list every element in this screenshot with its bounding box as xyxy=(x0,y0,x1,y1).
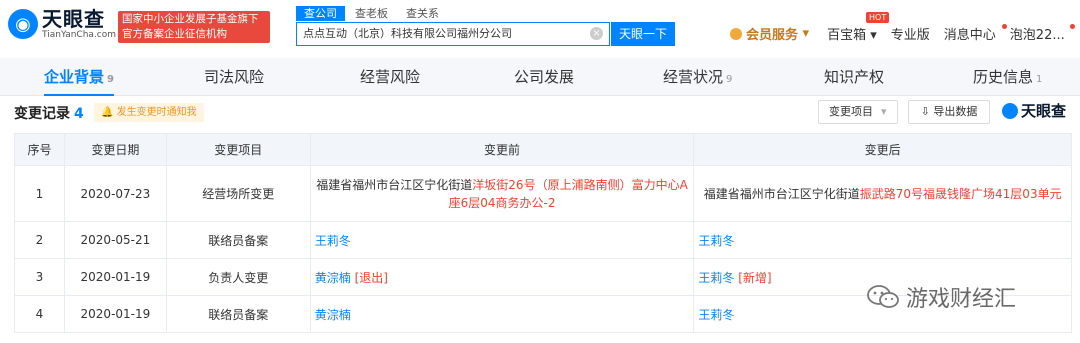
export-data-button[interactable]: ⇩ 导出数据 xyxy=(908,100,990,124)
col-header-before: 变更前 xyxy=(309,133,695,166)
logo-domain: TianYanCha.com xyxy=(42,30,117,40)
search-input[interactable]: 点点互动（北京）科技有限公司福州分公司 xyxy=(296,22,610,46)
person-link[interactable]: 王莉冬 xyxy=(698,308,734,322)
bell-icon: 🔔 xyxy=(101,107,117,118)
person-link[interactable]: 王莉冬 xyxy=(698,234,734,248)
treasure-box-menu[interactable]: 百宝箱 ▾ xyxy=(827,24,877,43)
hot-badge: HOT xyxy=(866,12,890,23)
wechat-icon xyxy=(867,285,899,308)
download-icon: ⇩ xyxy=(920,105,934,118)
col-header-item: 变更项目 xyxy=(165,133,311,166)
pro-version-link[interactable]: 专业版 xyxy=(891,24,930,43)
user-menu[interactable]: 泡泡22... xyxy=(1010,24,1065,43)
notify-on-change-button[interactable]: 🔔 发生变更时通知我 xyxy=(94,103,204,122)
user-dot xyxy=(1070,24,1075,29)
status-tag: [退出] xyxy=(354,270,388,285)
crown-icon xyxy=(730,27,742,40)
tab-operating-risk[interactable]: 经营风险 xyxy=(360,58,420,96)
col-header-index: 序号 xyxy=(14,133,65,166)
vip-service-menu[interactable]: 会员服务 ▾ xyxy=(730,24,809,43)
chevron-down-icon: ▾ xyxy=(881,105,887,118)
table-row: 2 2020-05-21 联络员备案 王莉冬 王莉冬 xyxy=(14,221,1072,259)
clear-icon[interactable]: × xyxy=(590,27,603,40)
gov-badge: 国家中小企业发展子基金旗下 官方备案企业征信机构 xyxy=(118,11,270,43)
tianyancha-brand: 天眼查 xyxy=(1002,100,1066,121)
record-count: 4 xyxy=(74,106,84,122)
change-item-filter[interactable]: 变更项目 ▾ xyxy=(818,100,898,124)
logo-eye-icon: ◉ xyxy=(8,9,38,39)
person-link[interactable]: 黄淙楠 xyxy=(315,271,351,285)
top-header: ◉ 天眼查 TianYanCha.com 国家中小企业发展子基金旗下 官方备案企… xyxy=(0,0,1080,58)
table-row: 1 2020-07-23 经营场所变更 福建省福州市台江区宁化街道洋坂街26号（… xyxy=(14,165,1072,222)
tab-search-relation[interactable]: 查关系 xyxy=(398,6,447,21)
status-tag: [新增] xyxy=(738,270,772,285)
col-header-after: 变更后 xyxy=(693,133,1072,166)
table-header-row: 序号 变更日期 变更项目 变更前 变更后 xyxy=(14,133,1072,166)
tab-operating-status[interactable]: 经营状况 9 xyxy=(663,58,732,96)
tab-intellectual-property[interactable]: 知识产权 xyxy=(824,58,884,96)
message-dot xyxy=(1002,24,1007,29)
person-link[interactable]: 黄淙楠 xyxy=(315,308,351,322)
tab-enterprise-background[interactable]: 企业背景 9 xyxy=(44,58,114,96)
person-link[interactable]: 王莉冬 xyxy=(315,234,351,248)
tab-company-development[interactable]: 公司发展 xyxy=(514,58,574,96)
before-value: 福建省福州市台江区宁化街道洋坂街26号（原上浦路南侧）富力中心A座6层04商务办… xyxy=(309,165,695,222)
tab-history-info[interactable]: 历史信息 1 xyxy=(973,58,1042,96)
main-tabs: 企业背景 9 司法风险 经营风险 公司发展 经营状况 9 知识产权 历史信息 1 xyxy=(0,58,1080,96)
tianyancha-logo[interactable]: ◉ 天眼查 TianYanCha.com xyxy=(8,8,116,40)
tab-judicial-risk[interactable]: 司法风险 xyxy=(204,58,264,96)
top-nav: 会员服务 ▾ 百宝箱 ▾ 专业版 消息中心 泡泡22... xyxy=(730,24,1065,43)
tab-search-company[interactable]: 查公司 xyxy=(296,6,345,21)
person-link[interactable]: 王莉冬 xyxy=(698,271,734,285)
message-center-link[interactable]: 消息中心 xyxy=(944,24,996,43)
logo-title: 天眼查 xyxy=(42,7,105,31)
logo-eye-icon xyxy=(1002,102,1018,119)
after-value: 福建省福州市台江区宁化街道振武路70号福晟钱隆广场41层03单元 xyxy=(693,165,1072,222)
col-header-date: 变更日期 xyxy=(63,133,167,166)
section-title: 变更记录 4 xyxy=(14,106,84,122)
tab-search-boss[interactable]: 查老板 xyxy=(347,6,396,21)
search-type-tabs: 查公司 查老板 查关系 xyxy=(296,6,447,21)
watermark: 游戏财经汇 xyxy=(866,281,1016,313)
search-button[interactable]: 天眼一下 xyxy=(611,22,675,46)
